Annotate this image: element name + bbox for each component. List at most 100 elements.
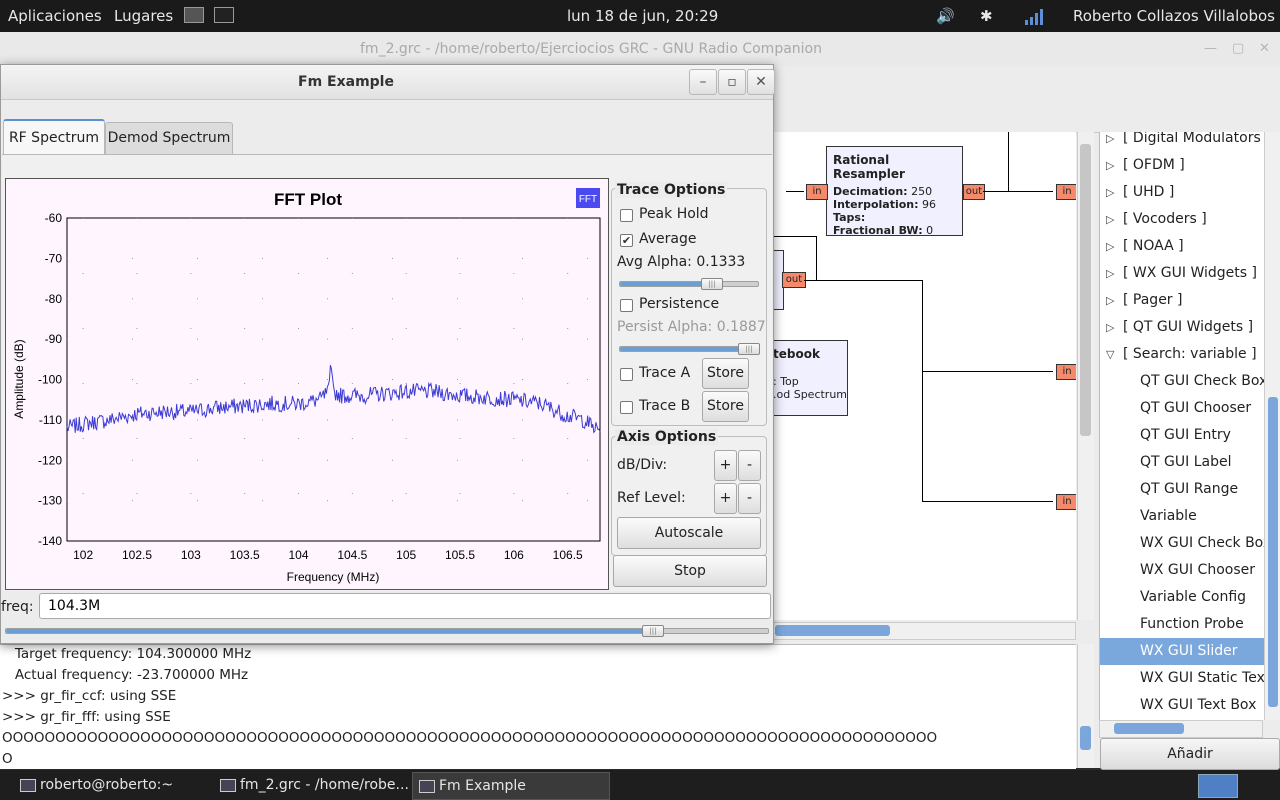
store-b-button[interactable]: Store <box>702 391 749 422</box>
expander-closed-icon[interactable]: ▷ <box>1106 314 1114 341</box>
fm-titlebar[interactable]: Fm Example – ▫ ✕ <box>1 65 775 100</box>
scrollbar-thumb[interactable] <box>1080 144 1091 436</box>
expander-closed-icon[interactable]: ▷ <box>1106 260 1114 287</box>
tree-item[interactable]: WX GUI Slider <box>1100 638 1265 665</box>
autoscale-button[interactable]: Autoscale <box>617 517 761 549</box>
bluetooth-icon[interactable]: ✱ <box>980 7 993 25</box>
tree-item-label: QT GUI Range <box>1140 481 1239 497</box>
db-div-plus-button[interactable]: + <box>714 450 737 481</box>
tree-item[interactable]: Function Probe <box>1100 611 1265 638</box>
tree-category[interactable]: ▷ [ WX GUI Widgets ] <box>1100 260 1265 287</box>
grc-close-icon[interactable]: ✕ <box>1259 41 1270 56</box>
flowgraph-canvas[interactable]: Rational Resampler Decimation: 250 Inter… <box>772 132 1076 620</box>
volume-icon[interactable]: 🔊 <box>936 7 955 25</box>
expander-closed-icon[interactable]: ▷ <box>1106 206 1114 233</box>
block-tree: ▷ [ Digital Modulators ] ▷ [ OFDM ] ▷ [ UHD ]… <box>1099 132 1265 720</box>
expander-closed-icon[interactable]: ▷ <box>1106 233 1114 260</box>
rational-resampler-block[interactable]: Rational Resampler Decimation: 250 Inter… <box>826 146 963 237</box>
expander-closed-icon[interactable]: ▷ <box>1106 132 1114 152</box>
wire <box>922 501 1053 502</box>
notebook-title: tebook <box>773 347 820 361</box>
tree-category[interactable]: ▷ [ QT GUI Widgets ] <box>1100 314 1265 341</box>
tree-item[interactable]: QT GUI Chooser <box>1100 395 1265 422</box>
workspace-switcher[interactable] <box>1198 774 1238 798</box>
scrollbar-thumb[interactable] <box>1268 397 1278 707</box>
tree-category[interactable]: ▷ [ NOAA ] <box>1100 233 1265 260</box>
peak-hold-checkbox[interactable] <box>620 209 633 222</box>
terminal-launcher-icon[interactable] <box>214 7 234 23</box>
notebook-block[interactable]: tebook : Top .od Spectrum <box>772 340 848 416</box>
tree-item[interactable]: WX GUI Check Box <box>1100 530 1265 557</box>
persist-alpha-slider-thumb[interactable]: ||| <box>738 343 760 355</box>
add-block-button[interactable]: Añadir <box>1100 738 1280 770</box>
tree-item[interactable]: QT GUI Check Box <box>1100 368 1265 395</box>
ref-level-plus-button[interactable]: + <box>714 483 737 514</box>
camera-launcher-icon[interactable] <box>184 7 204 23</box>
tab-rf-spectrum[interactable]: RF Spectrum <box>3 119 105 155</box>
peak-hold-label: Peak Hold <box>639 206 709 222</box>
tree-category[interactable]: ▷ [ Digital Modulators ] <box>1100 132 1265 152</box>
clock[interactable]: lun 18 de jun, 20:29 <box>567 7 718 25</box>
y-tick-label: -80 <box>45 292 63 306</box>
persistence-checkbox[interactable] <box>620 299 633 312</box>
scrollbar-thumb[interactable] <box>1080 726 1091 750</box>
tree-item[interactable]: WX GUI Chooser <box>1100 557 1265 584</box>
taskbar-item-terminal[interactable]: roberto@roberto:~ <box>14 772 220 798</box>
tree-item[interactable]: QT GUI Label <box>1100 449 1265 476</box>
grc-maximize-icon[interactable]: ▢ <box>1232 41 1244 56</box>
resampler-in-port[interactable]: in <box>806 184 828 200</box>
expander-closed-icon[interactable]: ▷ <box>1106 152 1114 179</box>
sink-in-port[interactable]: in <box>1056 364 1076 380</box>
tree-item[interactable]: Variable Config <box>1100 584 1265 611</box>
canvas-vertical-scrollbar[interactable] <box>1077 132 1094 620</box>
expander-open-icon[interactable]: ▽ <box>1106 341 1114 368</box>
store-a-button[interactable]: Store <box>702 358 749 389</box>
db-div-minus-button[interactable]: - <box>738 450 761 481</box>
freq-slider-thumb[interactable]: ||| <box>642 625 664 637</box>
ref-level-minus-button[interactable]: - <box>738 483 761 514</box>
tree-vertical-scrollbar[interactable] <box>1264 132 1280 720</box>
scrollbar-thumb[interactable] <box>775 625 890 636</box>
tab-demod-spectrum[interactable]: Demod Spectrum <box>105 122 233 154</box>
user-menu[interactable]: Roberto Collazos Villalobos <box>1073 7 1275 25</box>
canvas-horizontal-scrollbar[interactable] <box>772 622 1076 640</box>
fm-maximize-button[interactable]: ▫ <box>718 69 746 95</box>
console-vertical-scrollbar[interactable] <box>1077 644 1094 768</box>
fft-plot[interactable]: FFT Plot -60 -70 -80 -90 -100 -110 -120 -130 -14… <box>5 178 609 590</box>
tree-category[interactable]: ▽ [ Search: variable ] <box>1100 341 1265 368</box>
average-checkbox[interactable]: ✔ <box>620 234 633 247</box>
fm-close-button[interactable]: ✕ <box>747 69 775 95</box>
console-output[interactable]: Target frequency: 104.300000 MHz Actual … <box>0 644 1076 769</box>
tree-category[interactable]: ▷ [ OFDM ] <box>1100 152 1265 179</box>
fm-minimize-button[interactable]: – <box>689 69 717 95</box>
trace-b-checkbox[interactable] <box>620 401 633 414</box>
taskbar-item-fm-example[interactable]: Fm Example <box>412 772 610 800</box>
scrollbar-thumb[interactable] <box>1114 723 1184 734</box>
applications-menu[interactable]: Aplicaciones <box>8 7 102 25</box>
next-block-in-port[interactable]: in <box>1056 184 1076 200</box>
tree-category[interactable]: ▷ [ Pager ] <box>1100 287 1265 314</box>
grc-minimize-icon[interactable]: — <box>1204 41 1217 56</box>
tree-category[interactable]: ▷ [ Vocoders ] <box>1100 206 1265 233</box>
places-menu[interactable]: Lugares <box>114 7 173 25</box>
resampler-out-port[interactable]: out <box>963 184 985 200</box>
tree-horizontal-scrollbar[interactable] <box>1099 720 1263 738</box>
stop-button[interactable]: Stop <box>613 555 767 587</box>
tree-item[interactable]: QT GUI Entry <box>1100 422 1265 449</box>
tree-item[interactable]: WX GUI Static Text <box>1100 665 1265 692</box>
taskbar-item-grc[interactable]: fm_2.grc - /home/robe... <box>214 772 430 798</box>
tree-category[interactable]: ▷ [ UHD ] <box>1100 179 1265 206</box>
avg-alpha-slider-thumb[interactable]: ||| <box>701 278 723 290</box>
tree-item[interactable]: Variable <box>1100 503 1265 530</box>
expander-closed-icon[interactable]: ▷ <box>1106 179 1114 206</box>
wire <box>772 236 816 237</box>
tree-item[interactable]: WX GUI Text Box <box>1100 692 1265 719</box>
trace-a-checkbox[interactable] <box>620 368 633 381</box>
tree-item[interactable]: QT GUI Range <box>1100 476 1265 503</box>
source-out-port[interactable]: out <box>782 272 806 288</box>
freq-input[interactable] <box>39 593 771 619</box>
expander-closed-icon[interactable]: ▷ <box>1106 287 1114 314</box>
wire <box>816 236 817 280</box>
sink2-in-port[interactable]: in <box>1056 494 1076 510</box>
signal-icon[interactable] <box>1024 6 1046 30</box>
